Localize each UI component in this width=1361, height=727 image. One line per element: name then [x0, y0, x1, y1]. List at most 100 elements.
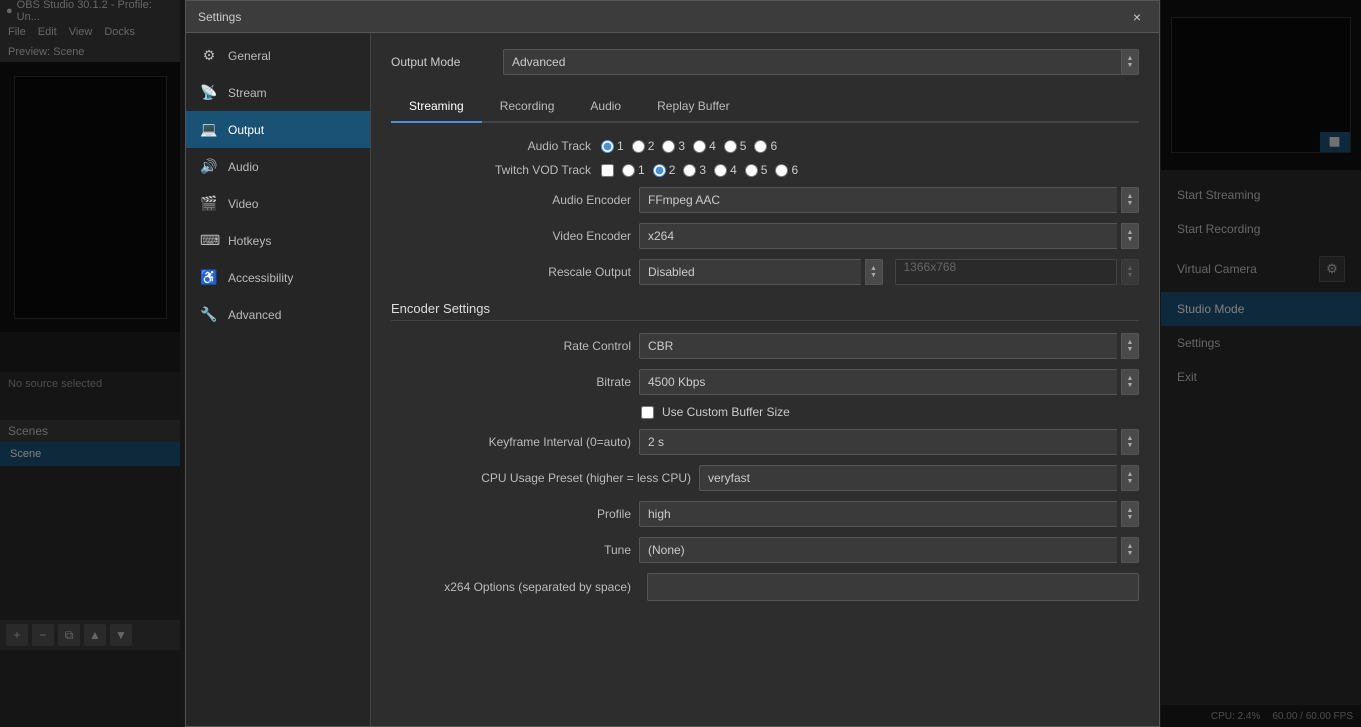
video-icon: 🎬	[200, 195, 218, 212]
vod-track-3: 3	[683, 163, 706, 177]
keyframe-interval-spinner[interactable]: ▲ ▼	[1121, 429, 1139, 455]
tab-streaming[interactable]: Streaming	[391, 91, 482, 123]
audio-track-radio-5[interactable]	[724, 140, 737, 153]
nav-label-output: Output	[228, 123, 264, 137]
bitrate-spinner[interactable]: ▲ ▼	[1121, 369, 1139, 395]
output-mode-row: Output Mode Advanced ▲ ▼	[391, 49, 1139, 75]
rescale-output-select[interactable]: Disabled	[639, 259, 861, 285]
audio-track-label: Audio Track	[391, 139, 591, 153]
tune-select[interactable]: (None)	[639, 537, 1117, 563]
tab-audio[interactable]: Audio	[572, 91, 639, 123]
vod-track-radio-5[interactable]	[745, 164, 758, 177]
vod-track-radio-1[interactable]	[622, 164, 635, 177]
nav-label-hotkeys: Hotkeys	[228, 234, 271, 248]
bitrate-input[interactable]: 4500 Kbps	[639, 369, 1117, 395]
video-encoder-spinner[interactable]: ▲ ▼	[1121, 223, 1139, 249]
nav-item-output[interactable]: 💻 Output	[186, 111, 370, 148]
output-mode-label: Output Mode	[391, 55, 491, 69]
audio-track-radio-2[interactable]	[632, 140, 645, 153]
audio-track-radio-group: 1 2 3 4 5	[601, 139, 777, 153]
x264-options-row: x264 Options (separated by space)	[391, 573, 1139, 601]
rate-control-control: CBR ▲ ▼	[639, 333, 1139, 359]
nav-label-accessibility: Accessibility	[228, 271, 293, 285]
nav-label-advanced: Advanced	[228, 308, 281, 322]
audio-track-3: 3	[662, 139, 685, 153]
vod-track-radio-6[interactable]	[775, 164, 788, 177]
twitch-vod-label: Twitch VOD Track	[391, 163, 591, 177]
audio-encoder-spinner[interactable]: ▲ ▼	[1121, 187, 1139, 213]
settings-window: Settings × ⚙ General 📡 Stream 💻 Output 🔊…	[185, 0, 1160, 727]
cpu-preset-row: CPU Usage Preset (higher = less CPU) ver…	[391, 465, 1139, 491]
hotkeys-icon: ⌨	[200, 232, 218, 249]
audio-track-radio-4[interactable]	[693, 140, 706, 153]
nav-item-video[interactable]: 🎬 Video	[186, 185, 370, 222]
settings-close-button[interactable]: ×	[1127, 7, 1147, 27]
cpu-preset-spinner[interactable]: ▲ ▼	[1121, 465, 1139, 491]
custom-buffer-checkbox[interactable]	[641, 406, 654, 419]
audio-encoder-label: Audio Encoder	[391, 193, 631, 207]
profile-row: Profile high ▲ ▼	[391, 501, 1139, 527]
nav-item-hotkeys[interactable]: ⌨ Hotkeys	[186, 222, 370, 259]
nav-item-audio[interactable]: 🔊 Audio	[186, 148, 370, 185]
video-encoder-row: Video Encoder x264 ▲ ▼	[391, 223, 1139, 249]
profile-spinner[interactable]: ▲ ▼	[1121, 501, 1139, 527]
audio-encoder-select[interactable]: FFmpeg AAC	[639, 187, 1117, 213]
audio-track-2: 2	[632, 139, 655, 153]
audio-track-5: 5	[724, 139, 747, 153]
vod-track-2: 2	[653, 163, 676, 177]
tab-replay-buffer[interactable]: Replay Buffer	[639, 91, 748, 123]
cpu-preset-select[interactable]: veryfast	[699, 465, 1117, 491]
rescale-output-row: Rescale Output Disabled ▲ ▼ 1366x768 ▲ ▼	[391, 259, 1139, 285]
accessibility-icon: ♿	[200, 269, 218, 286]
nav-item-stream[interactable]: 📡 Stream	[186, 74, 370, 111]
bitrate-control: 4500 Kbps ▲ ▼	[639, 369, 1139, 395]
rescale-output-spinner[interactable]: ▲ ▼	[865, 259, 883, 285]
general-icon: ⚙	[200, 47, 218, 64]
settings-nav: ⚙ General 📡 Stream 💻 Output 🔊 Audio 🎬 Vi…	[186, 33, 371, 726]
encoder-settings-title: Encoder Settings	[391, 301, 1139, 321]
audio-track-1: 1	[601, 139, 624, 153]
profile-label: Profile	[391, 507, 631, 521]
audio-encoder-control: FFmpeg AAC ▲ ▼	[639, 187, 1139, 213]
audio-track-radio-6[interactable]	[754, 140, 767, 153]
twitch-vod-checkbox[interactable]	[601, 164, 614, 177]
custom-buffer-label: Use Custom Buffer Size	[662, 405, 790, 419]
nav-item-accessibility[interactable]: ♿ Accessibility	[186, 259, 370, 296]
vod-track-radio-2[interactable]	[653, 164, 666, 177]
keyframe-interval-control: 2 s ▲ ▼	[639, 429, 1139, 455]
output-icon: 💻	[200, 121, 218, 138]
nav-item-general[interactable]: ⚙ General	[186, 37, 370, 74]
keyframe-interval-input[interactable]: 2 s	[639, 429, 1117, 455]
output-mode-spinner[interactable]: ▲ ▼	[1121, 49, 1139, 75]
cpu-preset-control: veryfast ▲ ▼	[699, 465, 1139, 491]
nav-item-advanced[interactable]: 🔧 Advanced	[186, 296, 370, 333]
vod-track-5: 5	[745, 163, 768, 177]
twitch-vod-row: Twitch VOD Track 1 2 3	[391, 163, 1139, 177]
rate-control-label: Rate Control	[391, 339, 631, 353]
tune-control: (None) ▲ ▼	[639, 537, 1139, 563]
vod-track-4: 4	[714, 163, 737, 177]
nav-label-audio: Audio	[228, 160, 259, 174]
nav-label-stream: Stream	[228, 86, 267, 100]
audio-track-radio-3[interactable]	[662, 140, 675, 153]
audio-track-radio-1[interactable]	[601, 140, 614, 153]
video-encoder-control: x264 ▲ ▼	[639, 223, 1139, 249]
settings-content: Output Mode Advanced ▲ ▼ Streaming Recor…	[371, 33, 1159, 726]
vod-track-1: 1	[622, 163, 645, 177]
rate-control-spinner[interactable]: ▲ ▼	[1121, 333, 1139, 359]
rate-control-select[interactable]: CBR	[639, 333, 1117, 359]
vod-track-radio-4[interactable]	[714, 164, 727, 177]
x264-options-input[interactable]	[647, 573, 1139, 601]
settings-titlebar: Settings ×	[186, 1, 1159, 33]
profile-select[interactable]: high	[639, 501, 1117, 527]
output-mode-select[interactable]: Advanced	[503, 49, 1121, 75]
audio-icon: 🔊	[200, 158, 218, 175]
tab-recording[interactable]: Recording	[482, 91, 573, 123]
tune-spinner[interactable]: ▲ ▼	[1121, 537, 1139, 563]
keyframe-interval-label: Keyframe Interval (0=auto)	[391, 435, 631, 449]
keyframe-interval-row: Keyframe Interval (0=auto) 2 s ▲ ▼	[391, 429, 1139, 455]
stream-icon: 📡	[200, 84, 218, 101]
video-encoder-select[interactable]: x264	[639, 223, 1117, 249]
rate-control-row: Rate Control CBR ▲ ▼	[391, 333, 1139, 359]
vod-track-radio-3[interactable]	[683, 164, 696, 177]
